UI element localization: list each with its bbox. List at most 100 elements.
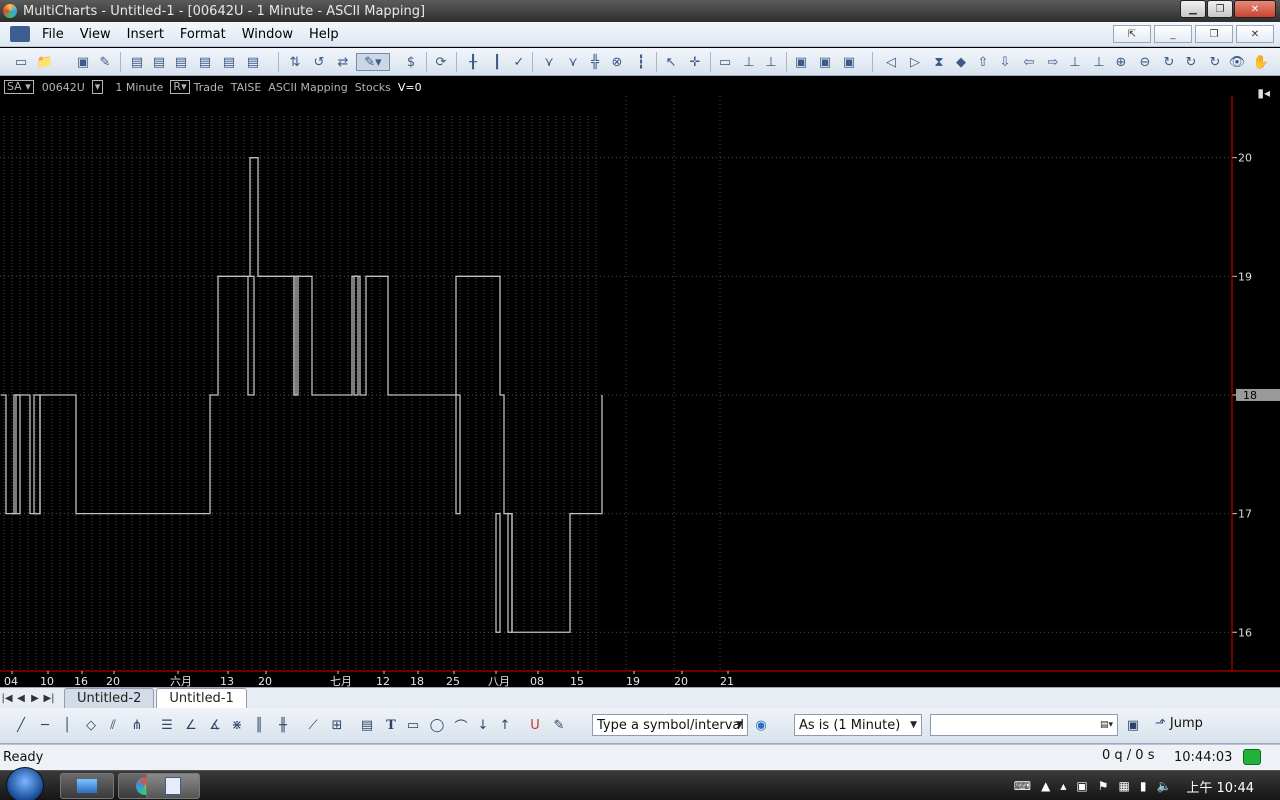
text-icon[interactable]: ▭ <box>716 53 734 71</box>
prev-tab-icon[interactable]: ◀ <box>14 693 28 704</box>
taskbar-clock[interactable]: 上午 10:44 <box>1186 777 1254 796</box>
point-figure-icon[interactable]: ⋎ <box>540 53 558 71</box>
last-tab-icon[interactable]: ▶| <box>42 693 56 704</box>
line-chart-icon[interactable]: ✓ <box>510 53 528 71</box>
time-zones-icon[interactable]: ║ <box>250 716 268 734</box>
tray-expand-icon[interactable]: ▲ <box>1041 779 1050 793</box>
workspace-icon[interactable]: ▤ <box>128 53 146 71</box>
gann-fan-icon[interactable]: ⋇ <box>228 716 246 734</box>
rotate-icon[interactable]: ↻ <box>1160 53 1178 71</box>
resolution-dropdown-icon[interactable]: ▼ <box>910 720 917 730</box>
fib-arcs-icon[interactable]: ∡ <box>206 716 224 734</box>
price-chart[interactable]: 20191817161804101620六月1320七月121825八月0815… <box>0 96 1280 687</box>
resolution-select[interactable]: As is (1 Minute) ▼ <box>794 714 922 736</box>
symbol-dropdown-icon[interactable]: ▾ <box>91 80 104 94</box>
line-break-icon[interactable]: ┇ <box>632 53 650 71</box>
menu-insert[interactable]: Insert <box>119 27 172 42</box>
hand-icon[interactable]: ✋ <box>1252 53 1270 71</box>
taskbar-app-explorer[interactable] <box>60 773 114 799</box>
open-folder-icon[interactable]: 📁 <box>36 53 54 71</box>
windows-start-button[interactable] <box>6 767 44 800</box>
zoom-window-icon[interactable]: ▣ <box>840 53 858 71</box>
scroll-left-icon[interactable]: ◁ <box>882 53 900 71</box>
horizontal-line-icon[interactable]: ⊥ <box>740 53 758 71</box>
mdi-close-button[interactable]: ✕ <box>1236 25 1274 43</box>
up-icon[interactable]: ⇧ <box>974 53 992 71</box>
person-icon[interactable]: ⊥ <box>1090 53 1108 71</box>
quote-manager-icon[interactable]: ▤ <box>150 53 168 71</box>
tab-untitled-1[interactable]: Untitled-1 <box>156 688 247 708</box>
picture-icon[interactable]: ▣ <box>816 53 834 71</box>
r-toggle[interactable]: R ▾ <box>170 80 190 94</box>
right-icon[interactable]: ⇨ <box>1044 53 1062 71</box>
vertical-line-tool-icon[interactable]: │ <box>58 716 76 734</box>
kagi-icon[interactable]: ⋎ <box>564 53 582 71</box>
tab-untitled-2[interactable]: Untitled-2 <box>64 688 155 708</box>
detach-window-button[interactable]: ⇱ <box>1113 25 1151 43</box>
menu-view[interactable]: View <box>72 27 119 42</box>
left-icon[interactable]: ⇦ <box>1020 53 1038 71</box>
menu-help[interactable]: Help <box>301 27 347 42</box>
scroll-right-icon[interactable]: ▷ <box>906 53 924 71</box>
trade-icon[interactable]: $ <box>402 53 420 71</box>
text-tool-icon[interactable]: T <box>382 716 400 734</box>
insert-strategy-icon[interactable]: ↺ <box>310 53 328 71</box>
maximize-button[interactable]: ❐ <box>1207 0 1233 18</box>
go-to-icon[interactable]: ▣ <box>1124 716 1142 734</box>
down-icon[interactable]: ⇩ <box>996 53 1014 71</box>
first-tab-icon[interactable]: |◀ <box>0 693 14 704</box>
date-input[interactable]: ▤▾ <box>930 714 1118 736</box>
portfolio-icon[interactable]: ▤ <box>220 53 238 71</box>
arrow-down-icon[interactable]: ↓ <box>474 716 492 734</box>
parallel-icon[interactable]: ⫽ <box>104 716 122 734</box>
refresh-icon[interactable]: ⟳ <box>432 53 450 71</box>
arrow-up-icon[interactable]: ↑ <box>496 716 514 734</box>
menu-format[interactable]: Format <box>172 27 234 42</box>
symbol-input[interactable]: Type a symbol/interval ▼ <box>592 714 748 736</box>
link-icon[interactable]: ↻ <box>1206 53 1224 71</box>
app-tray-icon[interactable]: ▴ <box>1060 779 1066 793</box>
ellipse-icon[interactable]: ◯ <box>428 716 446 734</box>
monitor-icon[interactable]: ▣ <box>1076 779 1087 793</box>
mode-selector[interactable]: SA ▾ <box>4 80 34 94</box>
crosshair-icon[interactable]: ✛ <box>686 53 704 71</box>
flag-icon[interactable]: ⚑ <box>1098 779 1109 793</box>
new-chart-icon[interactable]: ▭ <box>12 53 30 71</box>
candlestick-icon[interactable]: ┃ <box>488 53 506 71</box>
panel-toggle-icon[interactable]: ▮◂ <box>1257 86 1270 100</box>
channel-icon[interactable]: ◇ <box>82 716 100 734</box>
fib-retracement-icon[interactable]: ☰ <box>158 716 176 734</box>
cursor-icon[interactable]: ↖ <box>662 53 680 71</box>
drawing-mode-icon[interactable]: ✎▾ <box>356 53 390 71</box>
horizontal-ray-icon[interactable]: ─ <box>36 716 54 734</box>
zoom-out-icon[interactable]: ⊖ <box>1136 53 1154 71</box>
network-icon[interactable]: ▦ <box>1118 779 1129 793</box>
menu-file[interactable]: File <box>34 27 72 42</box>
calendar-dropdown-icon[interactable]: ▤▾ <box>1100 720 1113 730</box>
close-button[interactable]: ✕ <box>1234 0 1276 18</box>
vertical-line-icon[interactable]: ⊥ <box>762 53 780 71</box>
fib-fan-icon[interactable]: ∠ <box>182 716 200 734</box>
next-tab-icon[interactable]: ▶ <box>28 693 42 704</box>
bar-chart-icon[interactable]: ╂ <box>464 53 482 71</box>
visibility-icon[interactable]: 👁 <box>1228 53 1246 71</box>
andrews-pitchfork-icon[interactable]: ⋔ <box>128 716 146 734</box>
mdi-restore-button[interactable]: ❐ <box>1195 25 1233 43</box>
window-icon[interactable]: ▣ <box>792 53 810 71</box>
insert-study-icon[interactable]: ⇅ <box>286 53 304 71</box>
signal-icon[interactable]: ⇄ <box>334 53 352 71</box>
arc-icon[interactable]: ⌒ <box>452 716 470 735</box>
edit-icon[interactable]: ✎ <box>96 53 114 71</box>
grid-icon[interactable]: ⊞ <box>328 716 346 734</box>
magnet-icon[interactable]: U <box>526 716 544 734</box>
anchor-icon[interactable]: ⊥ <box>1066 53 1084 71</box>
taskbar-app-multicharts[interactable] <box>146 773 200 799</box>
save-icon[interactable]: ▣ <box>74 53 92 71</box>
expand-icon[interactable]: ◆ <box>952 53 970 71</box>
volume-icon[interactable]: 🔈 <box>1156 779 1171 793</box>
minimize-button[interactable]: ▁ <box>1180 0 1206 18</box>
menu-window[interactable]: Window <box>234 27 301 42</box>
color-brush-icon[interactable]: ✎ <box>550 716 568 734</box>
renko-icon[interactable]: ╬ <box>586 53 604 71</box>
globe-icon[interactable]: ◉ <box>752 716 770 734</box>
